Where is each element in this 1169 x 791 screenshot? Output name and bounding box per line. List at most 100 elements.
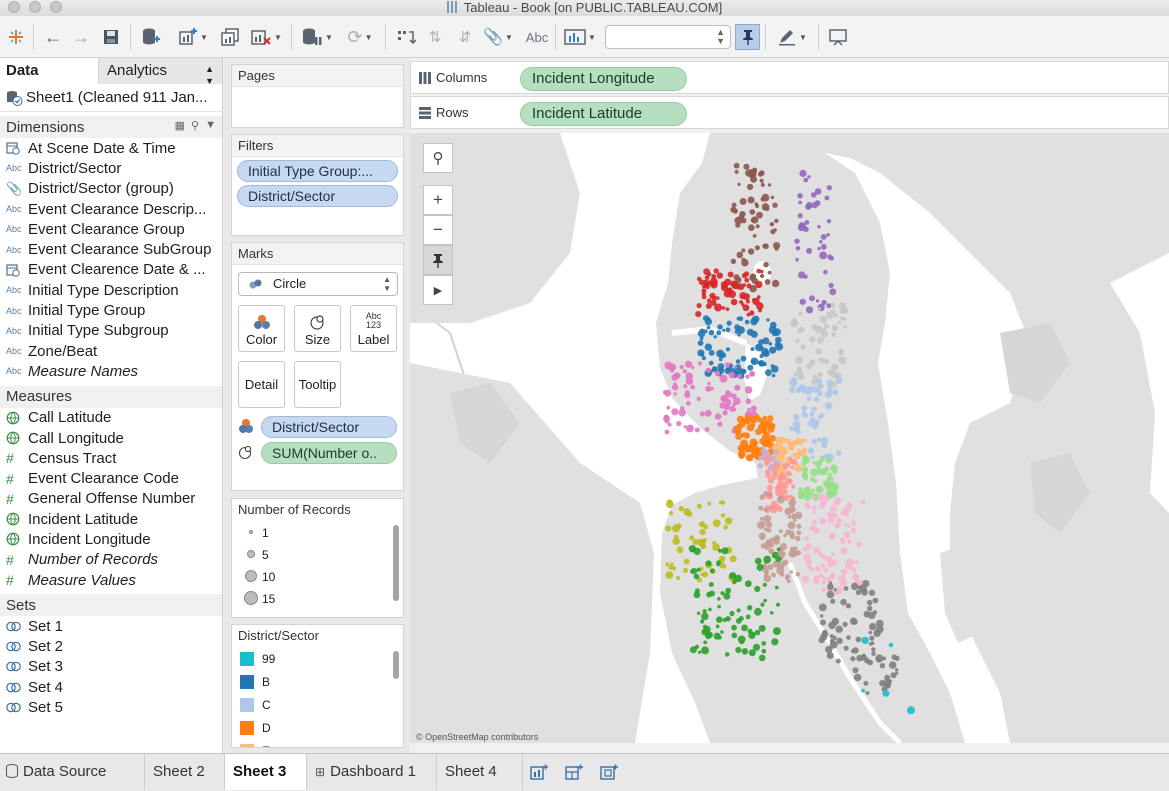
- incident-mark[interactable]: [842, 621, 848, 627]
- incident-mark[interactable]: [757, 417, 764, 423]
- incident-mark[interactable]: [843, 325, 847, 329]
- incident-mark[interactable]: [856, 654, 863, 662]
- incident-mark[interactable]: [868, 630, 873, 635]
- incident-mark[interactable]: [746, 328, 754, 336]
- incident-mark[interactable]: [763, 350, 770, 357]
- incident-mark[interactable]: [720, 591, 725, 596]
- map-pin-button[interactable]: [423, 245, 453, 275]
- incident-mark[interactable]: [731, 624, 737, 631]
- incident-mark[interactable]: [778, 450, 785, 457]
- incident-mark[interactable]: [692, 538, 699, 545]
- new-data-source-button[interactable]: [138, 26, 164, 48]
- incident-mark[interactable]: [789, 379, 798, 388]
- field-item[interactable]: 📎 District/Sector (group): [0, 179, 222, 199]
- incident-mark[interactable]: [818, 603, 827, 612]
- sort-descending-button[interactable]: ⇵: [452, 26, 478, 48]
- incident-mark[interactable]: [827, 369, 835, 376]
- incident-mark[interactable]: [717, 604, 721, 609]
- incident-mark[interactable]: [882, 656, 887, 661]
- incident-mark[interactable]: [758, 505, 764, 511]
- incident-mark[interactable]: [825, 483, 832, 491]
- datasource-item[interactable]: Sheet1 (Cleaned 911 Jan...: [0, 84, 222, 112]
- incident-mark[interactable]: [701, 294, 707, 300]
- incident-mark[interactable]: [761, 648, 767, 654]
- incident-mark[interactable]: [846, 524, 851, 529]
- incident-mark[interactable]: [697, 361, 702, 366]
- incident-mark[interactable]: [820, 614, 824, 618]
- incident-mark[interactable]: [816, 486, 822, 492]
- incident-mark[interactable]: [713, 335, 717, 339]
- field-item[interactable]: Abc Event Clearance Group: [0, 219, 222, 239]
- incident-mark[interactable]: [826, 185, 832, 191]
- incident-mark[interactable]: [665, 525, 672, 532]
- incident-mark[interactable]: [852, 573, 859, 580]
- incident-mark[interactable]: [832, 389, 839, 396]
- incident-mark[interactable]: [819, 315, 828, 324]
- incident-mark[interactable]: [846, 539, 852, 544]
- incident-mark[interactable]: [749, 310, 755, 316]
- incident-mark[interactable]: [823, 269, 828, 275]
- size-button[interactable]: Size: [294, 305, 341, 352]
- incident-mark[interactable]: [716, 560, 722, 566]
- incident-mark[interactable]: [731, 202, 737, 208]
- color-legend-item[interactable]: D: [240, 718, 271, 738]
- incident-mark[interactable]: [817, 336, 824, 344]
- incident-mark[interactable]: [754, 607, 762, 616]
- incident-mark[interactable]: [748, 444, 753, 448]
- incident-mark[interactable]: [819, 517, 827, 525]
- incident-mark[interactable]: [826, 652, 834, 659]
- incident-mark[interactable]: [866, 599, 873, 606]
- incident-mark[interactable]: [720, 513, 726, 518]
- incident-mark[interactable]: [709, 568, 715, 574]
- incident-mark[interactable]: [831, 559, 838, 566]
- incident-mark[interactable]: [750, 347, 755, 351]
- incident-mark[interactable]: [754, 202, 758, 206]
- incident-mark[interactable]: [792, 440, 796, 444]
- incident-mark[interactable]: [796, 438, 804, 446]
- map-canvas[interactable]: [410, 133, 1169, 743]
- undo-button[interactable]: ←: [42, 26, 64, 48]
- zoom-in-button[interactable]: +: [423, 185, 453, 215]
- incident-mark[interactable]: [705, 560, 712, 567]
- incident-mark[interactable]: [828, 621, 836, 630]
- incident-mark[interactable]: [676, 373, 681, 378]
- field-item[interactable]: Set 2: [0, 637, 222, 657]
- incident-mark[interactable]: [746, 283, 752, 289]
- incident-mark[interactable]: [820, 234, 827, 240]
- field-item[interactable]: # Number of Records: [0, 550, 222, 570]
- incident-mark[interactable]: [797, 193, 803, 199]
- incident-mark[interactable]: [725, 347, 731, 352]
- incident-mark[interactable]: [702, 291, 706, 295]
- incident-mark[interactable]: [871, 647, 876, 652]
- incident-mark[interactable]: [798, 326, 805, 333]
- color-legend-item[interactable]: E: [240, 741, 270, 747]
- incident-mark[interactable]: [838, 356, 847, 365]
- incident-mark[interactable]: [741, 417, 746, 423]
- incident-mark[interactable]: [829, 255, 834, 261]
- incident-mark[interactable]: [818, 573, 824, 579]
- incident-mark[interactable]: [683, 425, 687, 429]
- incident-mark[interactable]: [741, 648, 749, 655]
- incident-mark[interactable]: [745, 415, 752, 422]
- incident-mark[interactable]: [683, 558, 690, 565]
- incident-mark[interactable]: [742, 283, 747, 287]
- incident-mark[interactable]: [722, 410, 728, 416]
- incident-mark[interactable]: [752, 643, 761, 651]
- size-legend-item[interactable]: 5: [240, 545, 269, 565]
- incident-mark[interactable]: [747, 364, 754, 371]
- incident-mark[interactable]: [735, 222, 741, 228]
- incident-mark[interactable]: [821, 358, 827, 364]
- incident-mark[interactable]: [772, 537, 780, 545]
- incident-mark[interactable]: [736, 608, 741, 613]
- incident-mark[interactable]: [720, 394, 728, 403]
- incident-mark[interactable]: [891, 654, 898, 660]
- incident-mark[interactable]: [813, 546, 820, 554]
- incident-mark[interactable]: [754, 245, 760, 251]
- incident-mark[interactable]: [823, 323, 830, 329]
- incident-mark[interactable]: [831, 332, 836, 337]
- incident-mark[interactable]: [835, 518, 842, 525]
- incident-mark[interactable]: [785, 462, 791, 468]
- incident-mark[interactable]: [811, 439, 817, 445]
- incident-mark[interactable]: [704, 427, 710, 432]
- incident-mark[interactable]: [699, 619, 705, 624]
